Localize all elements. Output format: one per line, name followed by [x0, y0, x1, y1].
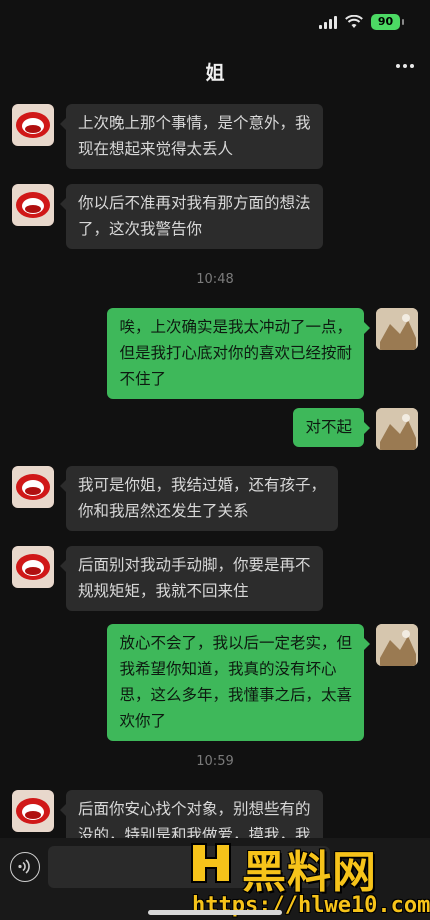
watermark: 黑料网 https://hlwe10.com: [186, 836, 430, 920]
message-line: 欢你了: [119, 712, 166, 730]
message-line: 后面你安心找个对象，别想些有的: [78, 800, 311, 818]
incoming-message-bubble[interactable]: 后面你安心找个对象，别想些有的 没的，特别是和我做爱，摸我，我: [60, 790, 323, 838]
sister-avatar[interactable]: [12, 184, 54, 226]
message-line: 了，这次我警告你: [78, 220, 203, 238]
outgoing-message-bubble[interactable]: 唉，上次确实是我太冲动了一点， 但是我打心底对你的喜欢已经按耐 不住了: [107, 308, 370, 399]
message-list[interactable]: 上次晚上那个事情，是个意外，我 现在想起来觉得太丢人 你以后不准再对我有那方面的…: [0, 98, 430, 838]
sister-avatar[interactable]: [12, 104, 54, 146]
message-line: 我希望你知道，我真的没有坏心: [119, 660, 337, 678]
incoming-message-bubble[interactable]: 后面别对我动手动脚，你要是再不 规规矩矩，我就不回来住: [60, 546, 323, 611]
outgoing-message-bubble[interactable]: 对不起: [293, 408, 370, 447]
voice-input-icon[interactable]: [10, 852, 40, 882]
status-bar: 90: [0, 0, 430, 42]
message-timestamp: 10:48: [196, 272, 234, 287]
my-avatar[interactable]: [376, 408, 418, 450]
message-line: 但是我打心底对你的喜欢已经按耐: [119, 344, 352, 362]
sister-avatar[interactable]: [12, 466, 54, 508]
my-avatar[interactable]: [376, 624, 418, 666]
message-line: 你以后不准再对我有那方面的想法: [78, 194, 311, 212]
incoming-message-bubble[interactable]: 上次晚上那个事情，是个意外，我 现在想起来觉得太丢人: [60, 104, 323, 169]
outgoing-message-bubble[interactable]: 放心不会了，我以后一定老实，但 我希望你知道，我真的没有坏心 思，这么多年，我懂…: [107, 624, 370, 741]
message-line: 思，这么多年，我懂事之后，太喜: [119, 686, 352, 704]
message-line: 规规矩矩，我就不回来住: [78, 582, 249, 600]
incoming-message-bubble[interactable]: 你以后不准再对我有那方面的想法 了，这次我警告你: [60, 184, 323, 249]
watermark-logo-icon: [191, 843, 231, 883]
signal-icon: [319, 15, 337, 29]
watermark-title: 黑料网: [242, 847, 377, 898]
message-line: 不住了: [119, 370, 166, 388]
chat-header: 姐: [0, 42, 430, 98]
message-line: 唉，上次确实是我太冲动了一点，: [119, 318, 352, 336]
more-options-icon[interactable]: [396, 64, 414, 68]
message-line: 对不起: [305, 418, 352, 436]
sister-avatar[interactable]: [12, 546, 54, 588]
chat-title: 姐: [205, 62, 225, 84]
message-timestamp: 10:59: [196, 754, 234, 769]
message-line: 现在想起来觉得太丢人: [78, 140, 234, 158]
status-icons: 90: [319, 14, 404, 30]
battery-indicator: 90: [371, 14, 404, 30]
message-line: 后面别对我动手动脚，你要是再不: [78, 556, 311, 574]
message-line: 上次晚上那个事情，是个意外，我: [78, 114, 311, 132]
message-line: 你和我居然还发生了关系: [78, 502, 249, 520]
sister-avatar[interactable]: [12, 790, 54, 832]
incoming-message-bubble[interactable]: 我可是你姐，我结过婚，还有孩子， 你和我居然还发生了关系: [59, 466, 339, 531]
home-indicator[interactable]: [148, 910, 282, 915]
my-avatar[interactable]: [376, 308, 418, 350]
wifi-icon: [345, 15, 363, 28]
message-line: 放心不会了，我以后一定老实，但: [119, 634, 352, 652]
message-line: 我可是你姐，我结过婚，还有孩子，: [78, 476, 327, 494]
